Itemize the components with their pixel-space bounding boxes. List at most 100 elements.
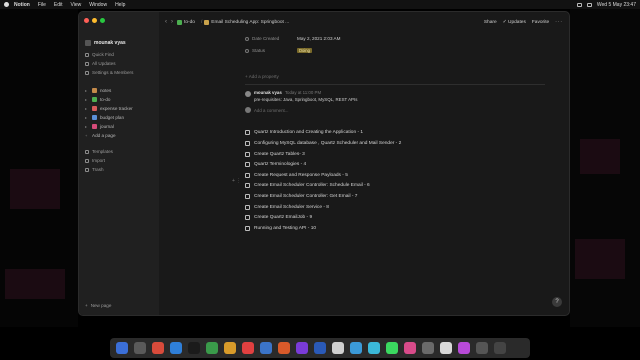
- sidebar-page-expense[interactable]: ▸ expense tracker: [85, 106, 133, 111]
- battery-icon[interactable]: [576, 2, 582, 7]
- todo-item[interactable]: Quartz Terminologies - 4: [245, 162, 306, 167]
- dock-app-icon[interactable]: [116, 342, 128, 354]
- dock-app-icon[interactable]: [152, 342, 164, 354]
- dock-app-icon[interactable]: [494, 342, 506, 354]
- chevron-right-icon[interactable]: ▸: [85, 115, 89, 120]
- checkbox[interactable]: [245, 130, 250, 135]
- add-property-button[interactable]: + Add a property: [245, 74, 279, 79]
- checkbox[interactable]: [245, 162, 250, 167]
- block-handle-icon[interactable]: + ⋮: [232, 178, 241, 184]
- todo-item[interactable]: Create Request and Response Payloads - 5: [245, 173, 348, 178]
- checkbox[interactable]: [245, 141, 250, 146]
- dock-app-icon[interactable]: [314, 342, 326, 354]
- todo-item[interactable]: Create Quartz Tables- 3: [245, 152, 305, 157]
- dock-app-icon[interactable]: [206, 342, 218, 354]
- todo-item[interactable]: Quartz Introduction and Creating the App…: [245, 130, 363, 135]
- breadcrumb-page[interactable]: Email Scheduling App: Springboot ...: [204, 19, 289, 25]
- dock-app-icon[interactable]: [350, 342, 362, 354]
- sidebar-import[interactable]: Import: [85, 158, 105, 163]
- todo-label[interactable]: Create Quartz Tables- 3: [254, 152, 305, 157]
- dock-app-icon[interactable]: [188, 342, 200, 354]
- back-arrow-icon[interactable]: ‹: [165, 19, 167, 25]
- todo-label[interactable]: Quartz Terminologies - 4: [254, 162, 306, 167]
- favorite-button[interactable]: Favorite: [532, 20, 549, 25]
- todo-label[interactable]: Create Email Scheduler Controller: Sched…: [254, 183, 370, 188]
- dock-app-icon[interactable]: [296, 342, 308, 354]
- dock-app-icon[interactable]: [278, 342, 290, 354]
- checkbox[interactable]: [245, 152, 250, 157]
- close-window-button[interactable]: [84, 18, 89, 23]
- menu-help[interactable]: Help: [115, 2, 125, 8]
- forward-arrow-icon[interactable]: ›: [171, 19, 173, 25]
- todo-label[interactable]: Quartz Introduction and Creating the App…: [254, 130, 363, 135]
- dock-app-icon[interactable]: [260, 342, 272, 354]
- checkbox[interactable]: [245, 183, 250, 188]
- sidebar-page-budget[interactable]: ▸ budget plan: [85, 115, 124, 120]
- property-status[interactable]: Status Doing: [245, 48, 312, 53]
- workspace-switcher[interactable]: mounak vyas: [85, 40, 126, 46]
- todo-label[interactable]: Create Email Scheduler Service - 8: [254, 205, 329, 210]
- help-button[interactable]: ?: [552, 297, 562, 307]
- chevron-right-icon[interactable]: ▸: [85, 88, 89, 93]
- todo-label[interactable]: Create Email Scheduler Controller: Get E…: [254, 194, 357, 199]
- sidebar-page-notes[interactable]: ▸ notes: [85, 88, 111, 93]
- dock-app-icon[interactable]: [368, 342, 380, 354]
- dock-app-icon[interactable]: [422, 342, 434, 354]
- sidebar-page-journal[interactable]: ▸ journal: [85, 124, 114, 129]
- chevron-right-icon[interactable]: ▸: [85, 106, 89, 111]
- checkbox[interactable]: [245, 194, 250, 199]
- sidebar-all-updates[interactable]: All Updates: [85, 61, 116, 66]
- todo-item[interactable]: Create Email Scheduler Service - 8: [245, 205, 329, 210]
- sidebar-settings[interactable]: Settings & Members: [85, 70, 133, 75]
- sidebar-quick-find[interactable]: Quick Find: [85, 52, 114, 57]
- dock-app-icon[interactable]: [476, 342, 488, 354]
- chevron-right-icon[interactable]: ▸: [85, 97, 89, 102]
- minimize-window-button[interactable]: [92, 18, 97, 23]
- todo-label[interactable]: Configuring MySQL database , Quartz Sche…: [254, 141, 401, 146]
- updates-button[interactable]: ✓ Updates: [503, 20, 526, 25]
- add-comment-input[interactable]: Add a comment...: [245, 107, 288, 113]
- checkbox[interactable]: [245, 226, 250, 231]
- sidebar-templates[interactable]: Templates: [85, 149, 113, 154]
- menu-view[interactable]: View: [71, 2, 82, 8]
- sidebar-add-page[interactable]: + Add a page: [85, 133, 116, 138]
- apple-icon[interactable]: [4, 2, 9, 7]
- todo-label[interactable]: Create Quartz EmailJob - 9: [254, 215, 312, 220]
- more-options-button[interactable]: ···: [555, 20, 563, 25]
- dock-app-icon[interactable]: [224, 342, 236, 354]
- todo-item[interactable]: Running and Testing API - 10: [245, 226, 316, 231]
- status-badge[interactable]: Doing: [297, 48, 312, 53]
- menu-edit[interactable]: Edit: [54, 2, 63, 8]
- chevron-right-icon[interactable]: ▸: [85, 124, 89, 129]
- menu-file[interactable]: File: [38, 2, 46, 8]
- checkbox[interactable]: [245, 205, 250, 210]
- checkbox[interactable]: [245, 215, 250, 220]
- dock-app-icon[interactable]: [512, 342, 524, 354]
- share-button[interactable]: Share: [484, 20, 497, 25]
- dock-app-icon[interactable]: [170, 342, 182, 354]
- dock-app-icon[interactable]: [404, 342, 416, 354]
- dock-app-icon[interactable]: [134, 342, 146, 354]
- clock[interactable]: Wed 5 May 23:47: [597, 2, 636, 8]
- todo-label[interactable]: Running and Testing API - 10: [254, 226, 316, 231]
- checkbox[interactable]: [245, 173, 250, 178]
- dock-app-icon[interactable]: [440, 342, 452, 354]
- todo-item[interactable]: Configuring MySQL database , Quartz Sche…: [245, 141, 401, 146]
- todo-label[interactable]: Create Request and Response Payloads - 5: [254, 173, 348, 178]
- todo-item[interactable]: Create Quartz EmailJob - 9: [245, 215, 312, 220]
- menu-window[interactable]: Window: [89, 2, 107, 8]
- sidebar-page-to-do[interactable]: ▸ to-do: [85, 97, 110, 102]
- new-page-button[interactable]: + New page: [85, 303, 111, 308]
- breadcrumb-to-do[interactable]: to-do: [177, 19, 195, 25]
- dock-app-icon[interactable]: [332, 342, 344, 354]
- wifi-icon[interactable]: [586, 2, 592, 7]
- zoom-window-button[interactable]: [100, 18, 105, 23]
- todo-item[interactable]: Create Email Scheduler Controller: Get E…: [245, 194, 357, 199]
- todo-item[interactable]: Create Email Scheduler Controller: Sched…: [245, 183, 370, 188]
- dock-app-icon[interactable]: [242, 342, 254, 354]
- property-date-created[interactable]: Date Created May 2, 2021 2:03 AM: [245, 36, 340, 41]
- sidebar-trash[interactable]: Trash: [85, 167, 104, 172]
- menu-app-name[interactable]: Notion: [14, 2, 30, 8]
- dock-app-icon[interactable]: [458, 342, 470, 354]
- dock-app-icon[interactable]: [386, 342, 398, 354]
